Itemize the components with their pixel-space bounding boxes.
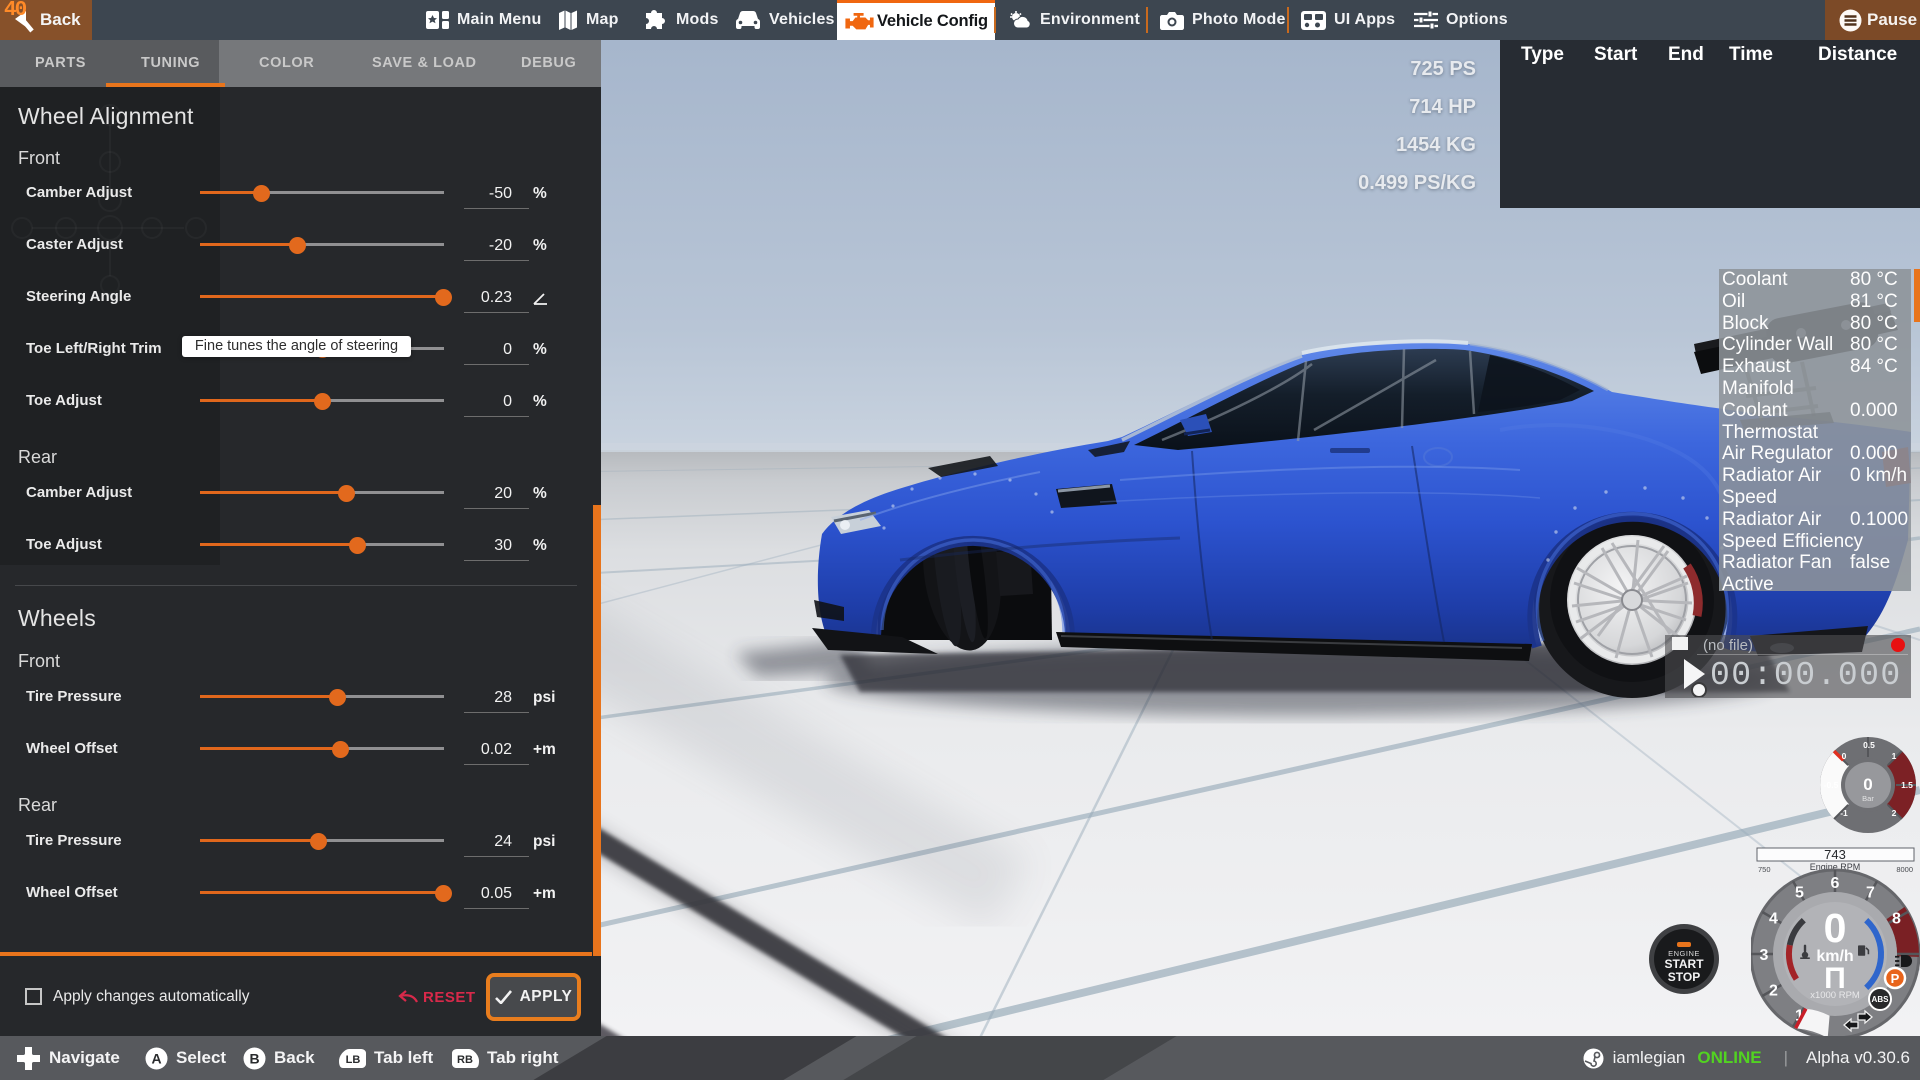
svg-text:A: A xyxy=(151,1050,161,1066)
svg-text:1: 1 xyxy=(1892,751,1897,761)
svg-text:5: 5 xyxy=(1795,885,1804,902)
svg-text:0: 0 xyxy=(1824,905,1847,951)
svg-text:-0.5: -0.5 xyxy=(1824,780,1839,790)
svg-text:x1000 RPM: x1000 RPM xyxy=(1810,990,1860,1001)
svg-text:RB: RB xyxy=(457,1054,473,1066)
svg-text:8000: 8000 xyxy=(1896,865,1913,874)
svg-text:-1: -1 xyxy=(1840,808,1848,818)
svg-text:0: 0 xyxy=(1842,751,1847,761)
svg-text:1.5: 1.5 xyxy=(1901,780,1913,790)
svg-text:3: 3 xyxy=(1760,947,1769,964)
svg-text:B: B xyxy=(249,1050,259,1066)
svg-text:743: 743 xyxy=(1824,847,1846,862)
svg-text:2: 2 xyxy=(1769,983,1778,1000)
svg-text:START: START xyxy=(1664,957,1704,971)
svg-text:Bar: Bar xyxy=(1862,794,1874,803)
svg-text:4: 4 xyxy=(1769,911,1778,928)
svg-text:7: 7 xyxy=(1866,885,1875,902)
svg-text:8: 8 xyxy=(1892,911,1901,928)
svg-text:LB: LB xyxy=(346,1054,361,1066)
svg-text:6: 6 xyxy=(1831,875,1840,892)
svg-text:STOP: STOP xyxy=(1668,970,1700,984)
svg-text:2: 2 xyxy=(1892,808,1897,818)
svg-text:750: 750 xyxy=(1758,865,1771,874)
svg-text:P: P xyxy=(1891,971,1900,986)
svg-text:0.5: 0.5 xyxy=(1863,740,1875,750)
svg-text:ABS: ABS xyxy=(1872,995,1890,1004)
svg-text:0: 0 xyxy=(1863,775,1872,794)
